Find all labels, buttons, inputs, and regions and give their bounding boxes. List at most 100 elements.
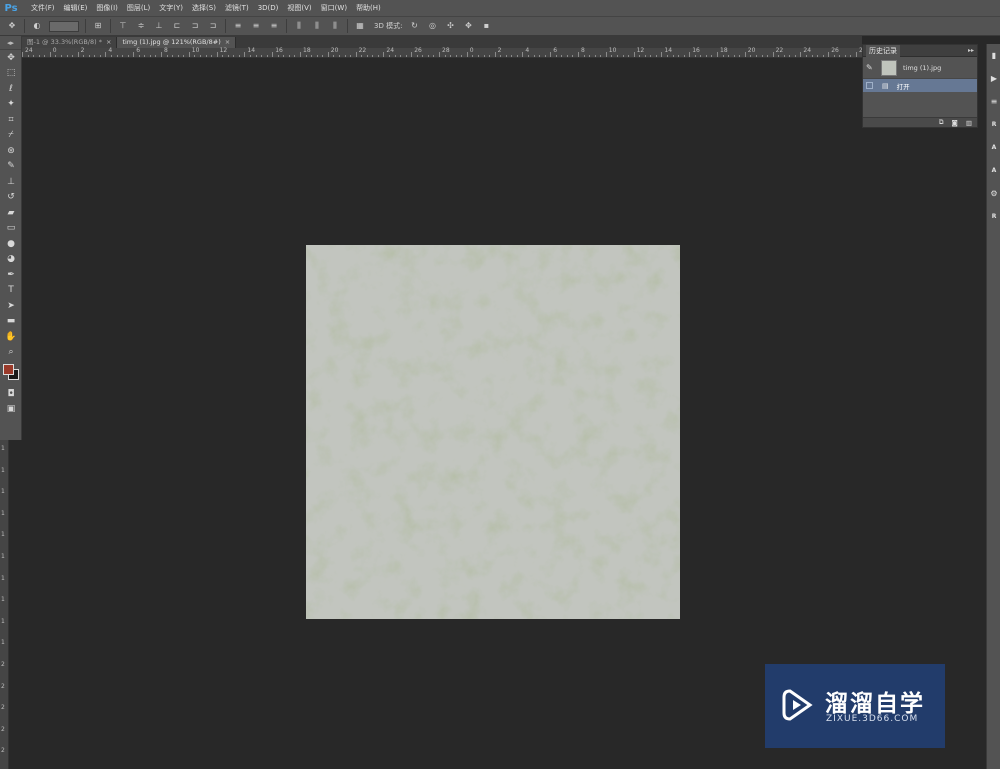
history-panel-title[interactable]: 历史记录 <box>866 44 900 57</box>
drag-3d-icon[interactable]: ✣ <box>444 21 456 31</box>
menu-edit[interactable]: 编辑(E) <box>64 3 88 13</box>
zoom-tool-icon[interactable]: ⌕ <box>0 345 22 361</box>
menu-window[interactable]: 窗口(W) <box>321 3 347 13</box>
slide-3d-icon[interactable]: ✥ <box>462 21 474 31</box>
magic-wand-tool-icon[interactable]: ✦ <box>0 97 22 113</box>
distribute-right-icon[interactable]: ⫼ <box>329 21 341 31</box>
snapshot-thumbnail <box>881 59 897 76</box>
ruler-tick <box>389 55 390 57</box>
roll-3d-icon[interactable]: ◎ <box>426 21 438 31</box>
ruler-tick <box>455 55 457 57</box>
ruler-tick <box>611 55 613 57</box>
eyedropper-tool-icon[interactable]: ⌿ <box>0 128 22 144</box>
align-vcenter-icon[interactable]: ≑ <box>135 21 147 31</box>
crop-tool-icon[interactable]: ⌗ <box>0 112 22 128</box>
scale-3d-icon[interactable]: ▪ <box>480 21 492 31</box>
quick-mask-icon[interactable]: ◘ <box>0 386 22 402</box>
menu-3d[interactable]: 3D(D) <box>258 4 279 12</box>
pen-tool-icon[interactable]: ✒ <box>0 267 22 283</box>
ruler-left-label: 1 <box>1 445 5 452</box>
screen-mode-icon[interactable]: ▣ <box>0 402 22 418</box>
align-right-icon[interactable]: ⊐ <box>207 21 219 31</box>
menu-type[interactable]: 文字(Y) <box>159 3 183 13</box>
ruler-top-label: 28 <box>442 47 450 54</box>
path-selection-tool-icon[interactable]: ➤ <box>0 298 22 314</box>
dodge-tool-icon[interactable]: ◕ <box>0 252 22 268</box>
dock-info-icon[interactable]: ▮ <box>987 44 1000 67</box>
toolbox-collapse-handle[interactable]: ◂▸ <box>0 36 21 50</box>
move-tool-icon[interactable]: ✥ <box>0 50 22 66</box>
menu-file[interactable]: 文件(F) <box>31 3 55 13</box>
ruler-top-label: 20 <box>747 47 756 54</box>
menu-select[interactable]: 选择(S) <box>192 3 216 13</box>
menu-filter[interactable]: 滤镜(T) <box>225 3 249 13</box>
camera-snapshot-icon[interactable]: ◙ <box>952 119 958 127</box>
ruler-tick <box>350 55 351 57</box>
type-tool-icon[interactable]: T <box>0 283 22 299</box>
transform-controls-icon[interactable]: ⊞ <box>92 21 104 31</box>
dock-actions-icon[interactable]: ▶ <box>987 67 1000 90</box>
dock-plugin-icon[interactable]: A <box>987 136 1000 159</box>
rectangle-tool-icon[interactable]: ▬ <box>0 314 22 330</box>
ruler-horizontal[interactable]: 24 0 2 4 6 8 10 12 14 16 18 20 22 24 26 28 0 2 4 6 8 10 12 14 16… <box>22 47 867 58</box>
distribute-hcenter-icon[interactable]: ⫼ <box>311 21 323 31</box>
ruler-tick <box>311 55 313 57</box>
gradient-tool-icon[interactable]: ▭ <box>0 221 22 237</box>
new-document-from-state-icon[interactable]: ⧉ <box>939 118 944 127</box>
distribute-vcenter-icon[interactable]: ≡ <box>250 21 262 31</box>
close-icon[interactable]: × <box>225 38 230 46</box>
ruler-tick <box>767 55 768 57</box>
foreground-color-swatch[interactable] <box>3 364 14 375</box>
ruler-tick <box>544 55 546 57</box>
panel-collapse-icon[interactable]: ▸▸ <box>968 47 974 54</box>
brush-tool-icon[interactable]: ✎ <box>0 159 22 175</box>
trash-icon[interactable]: ▥ <box>966 119 972 127</box>
menu-image[interactable]: 图像(I) <box>96 3 118 13</box>
close-icon[interactable]: × <box>106 38 111 46</box>
distribute-top-icon[interactable]: ≡ <box>232 21 244 31</box>
marquee-tool-icon[interactable]: ⬚ <box>0 66 22 82</box>
dock-plugin-icon[interactable]: R <box>987 205 1000 228</box>
blur-tool-icon[interactable]: ● <box>0 236 22 252</box>
auto-align-icon[interactable]: ▦ <box>354 21 366 31</box>
lasso-tool-icon[interactable]: ℓ <box>0 81 22 97</box>
history-state-row[interactable]: ▤ 打开 <box>863 79 977 92</box>
hand-tool-icon[interactable]: ✋ <box>0 329 22 345</box>
ruler-vertical[interactable]: 1 1 1 1 1 1 1 1 1 1 2 2 2 2 2 <box>0 440 9 769</box>
align-bottom-icon[interactable]: ⊥ <box>153 21 165 31</box>
ruler-tick <box>244 52 246 57</box>
history-brush-tool-icon[interactable]: ↺ <box>0 190 22 206</box>
canvas-document-image[interactable] <box>306 245 680 619</box>
align-hcenter-icon[interactable]: ⊐ <box>189 21 201 31</box>
distribute-bottom-icon[interactable]: ≡ <box>268 21 280 31</box>
dock-settings-icon[interactable]: ⚙ <box>987 182 1000 205</box>
dock-plugin-icon[interactable]: R <box>987 113 1000 136</box>
history-brush-source-checkbox[interactable] <box>866 82 873 89</box>
ruler-tick <box>655 55 657 57</box>
tab-document-1[interactable]: 图-1 @ 33.3%(RGB/8) * × <box>22 37 118 48</box>
menu-help[interactable]: 帮助(H) <box>356 3 381 13</box>
spot-healing-tool-icon[interactable]: ⊛ <box>0 143 22 159</box>
history-snapshot-row[interactable]: ✎ timg (1).jpg <box>863 57 977 79</box>
dock-adjust-icon[interactable]: ≡ <box>987 90 1000 113</box>
move-tool-preset-icon[interactable]: ✥ <box>6 21 18 31</box>
rotate-3d-icon[interactable]: ↻ <box>408 21 420 31</box>
ruler-top-label: 16 <box>275 47 283 54</box>
eraser-tool-icon[interactable]: ▰ <box>0 205 22 221</box>
align-top-icon[interactable]: ⊤ <box>117 21 129 31</box>
ruler-tick <box>628 55 629 57</box>
align-left-icon[interactable]: ⊏ <box>171 21 183 31</box>
menu-layer[interactable]: 图层(L) <box>127 3 150 13</box>
dock-plugin-icon[interactable]: A <box>987 159 1000 182</box>
ruler-tick <box>255 55 257 57</box>
ruler-tick <box>561 55 563 57</box>
history-brush-source-icon[interactable]: ✎ <box>866 63 878 72</box>
auto-select-icon[interactable]: ◐ <box>31 21 43 31</box>
ruler-tick <box>138 55 140 57</box>
auto-select-dropdown[interactable] <box>49 20 79 32</box>
distribute-left-icon[interactable]: ⫼ <box>293 21 305 31</box>
clone-stamp-tool-icon[interactable]: ⊥ <box>0 174 22 190</box>
ruler-top-label: 12 <box>636 47 645 54</box>
tab-label: 图-1 @ 33.3%(RGB/8) * <box>27 38 102 46</box>
menu-view[interactable]: 视图(V) <box>287 3 311 13</box>
